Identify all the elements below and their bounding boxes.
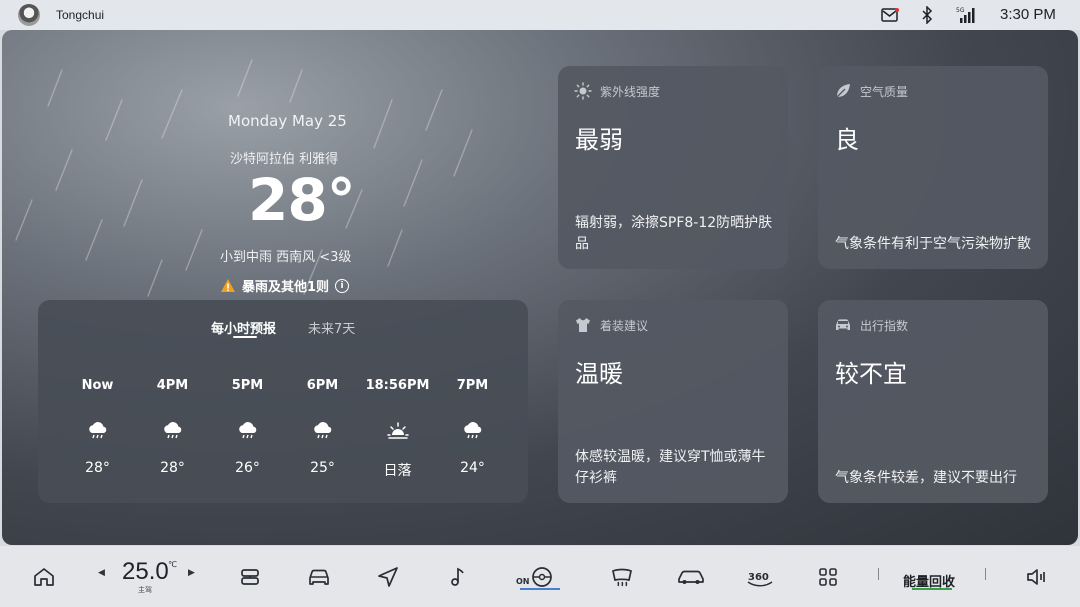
weather-alert[interactable]: 暴雨及其他1则 i <box>220 276 350 295</box>
current-temperature: 28° <box>248 166 356 234</box>
air-quality-card[interactable]: 空气质量 良 气象条件有利于空气污染物扩散 <box>818 66 1048 269</box>
hour-time: 4PM <box>156 378 189 393</box>
home-icon[interactable] <box>32 564 56 590</box>
dock-divider <box>985 568 986 580</box>
clothing-card-desc: 体感较温暖，建议穿T恤或薄牛仔衫裤 <box>575 449 766 486</box>
travel-card-desc: 气象条件较差，建议不要出行 <box>835 470 1017 486</box>
temp-increase-icon[interactable]: ▶ <box>188 568 195 578</box>
hour-item: 5PM 26° <box>210 378 285 480</box>
360-camera-icon[interactable]: 360 <box>745 564 775 590</box>
hour-time: 7PM <box>456 378 489 393</box>
hour-time: 18:56PM <box>365 378 430 393</box>
travel-card-value: 较不宜 <box>835 360 907 388</box>
air-quality-card-desc: 气象条件有利于空气污染物扩散 <box>835 236 1031 252</box>
hourly-list: Now 28° 4PM 28° 5PM 26° 6PM 25° 18:56PM <box>60 378 520 480</box>
hour-item: 7PM 24° <box>435 378 510 480</box>
hour-temp: 26° <box>235 460 260 476</box>
signal-icon: 5G <box>956 5 978 25</box>
rain-cloud-icon <box>163 422 181 439</box>
uv-card-value: 最弱 <box>575 126 623 154</box>
shirt-icon <box>576 318 590 332</box>
bluetooth-icon[interactable] <box>918 5 936 25</box>
air-quality-card-value: 良 <box>835 126 859 154</box>
rain-cloud-icon <box>313 422 331 439</box>
dock-divider <box>878 568 879 580</box>
uv-card[interactable]: 紫外线强度 最弱 辐射弱，涂擦SPF8-12防晒护肤品 <box>558 66 788 269</box>
warning-icon <box>221 278 235 292</box>
music-icon[interactable] <box>446 564 470 590</box>
status-bar: Tongchui 5G 3:30 PM <box>0 0 1080 30</box>
forecast-card: 每小时预报 未来7天 Now 28° 4PM 28° 5PM 26° 6PM 2… <box>38 300 528 503</box>
bottom-dock: ◀ 25.0 ℃ 主驾 ▶ ON 360 能量回收 <box>0 546 1080 607</box>
tab-active-indicator <box>233 336 257 338</box>
sunset-icon <box>386 422 409 439</box>
weather-panel: Monday May 25 沙特阿拉伯 利雅得 28° 小到中雨 西南风 <3级… <box>2 30 1078 545</box>
navigation-icon[interactable] <box>376 564 400 590</box>
seat-control-icon[interactable] <box>238 564 262 590</box>
weather-date: Monday May 25 <box>228 112 347 130</box>
energy-recovery-indicator <box>912 588 952 590</box>
uv-card-header: 紫外线强度 <box>574 82 660 100</box>
hour-time: 6PM <box>306 378 339 393</box>
defrost-icon[interactable] <box>610 564 634 590</box>
hour-item: 18:56PM 日落 <box>360 378 435 480</box>
hour-temp: 28° <box>85 460 110 476</box>
tab-hourly[interactable]: 每小时预报 <box>211 318 276 337</box>
on-label: ON <box>516 577 530 586</box>
rain-cloud-icon <box>88 422 106 439</box>
temp-decrease-icon[interactable]: ◀ <box>98 568 105 578</box>
clock: 3:30 PM <box>1000 6 1056 23</box>
hour-item: 6PM 25° <box>285 378 360 480</box>
clothing-card-header: 着装建议 <box>574 316 648 334</box>
leaf-icon <box>836 84 850 98</box>
clothing-card-title: 着装建议 <box>600 318 649 333</box>
alert-text: 暴雨及其他1则 <box>242 280 330 295</box>
hour-time: 5PM <box>231 378 264 393</box>
steering-assist-icon[interactable]: ON <box>516 564 556 590</box>
air-quality-card-header: 空气质量 <box>834 82 908 100</box>
clothing-card-value: 温暖 <box>575 360 623 388</box>
rain-cloud-icon <box>238 422 256 439</box>
svg-text:360: 360 <box>748 572 769 583</box>
ac-temperature: 25.0 <box>122 558 169 585</box>
hour-temp: 28° <box>160 460 185 476</box>
hour-temp: 日落 <box>383 463 412 479</box>
vehicle-view-icon[interactable] <box>676 564 706 590</box>
username: Tongchui <box>56 8 105 22</box>
sun-icon <box>574 82 592 100</box>
hour-item: Now 28° <box>60 378 135 480</box>
message-icon[interactable] <box>880 5 900 25</box>
clothing-card[interactable]: 着装建议 温暖 体感较温暖，建议穿T恤或薄牛仔衫裤 <box>558 300 788 503</box>
travel-card[interactable]: 出行指数 较不宜 气象条件较差，建议不要出行 <box>818 300 1048 503</box>
car-icon <box>836 319 850 330</box>
svg-text:5G: 5G <box>956 7 965 14</box>
ac-unit: ℃ <box>168 560 177 569</box>
ac-zone: 主驾 <box>138 586 152 594</box>
car-icon[interactable] <box>307 564 331 590</box>
travel-card-header: 出行指数 <box>834 316 908 334</box>
weather-condition: 小到中雨 西南风 <3级 <box>220 250 352 265</box>
weather-city[interactable]: 沙特阿拉伯 利雅得 <box>230 148 338 167</box>
hour-temp: 24° <box>460 460 485 476</box>
tab-7-days[interactable]: 未来7天 <box>308 318 355 337</box>
climate-control[interactable]: ◀ 25.0 ℃ 主驾 ▶ <box>98 558 198 594</box>
hour-time: Now <box>81 378 114 393</box>
apps-grid-icon[interactable] <box>816 564 840 590</box>
rain-cloud-icon <box>463 422 481 439</box>
hour-item: 4PM 28° <box>135 378 210 480</box>
travel-card-title: 出行指数 <box>860 318 909 333</box>
air-quality-card-title: 空气质量 <box>860 84 909 99</box>
steering-assist-indicator <box>520 588 560 590</box>
avatar[interactable] <box>18 4 40 26</box>
uv-card-desc: 辐射弱，涂擦SPF8-12防晒护肤品 <box>575 215 773 252</box>
volume-icon[interactable] <box>1024 564 1048 590</box>
uv-card-title: 紫外线强度 <box>600 84 661 99</box>
hour-temp: 25° <box>310 460 335 476</box>
info-icon[interactable]: i <box>335 278 350 293</box>
